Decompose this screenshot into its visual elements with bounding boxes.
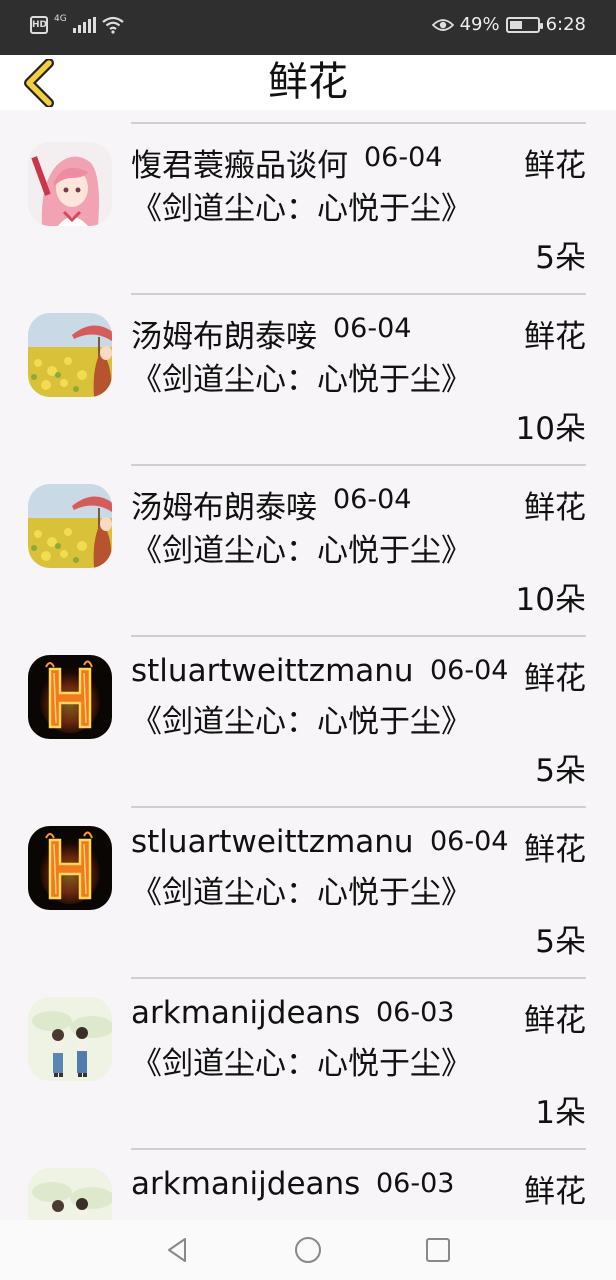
clock: 6:28 bbox=[545, 14, 586, 35]
gift-date: 06-04 bbox=[430, 826, 509, 857]
network-type: 4G bbox=[54, 14, 67, 24]
gift-record-item[interactable]: 愎君蓑瘢品谈何 06-04 鲜花《剑道尘心：心悦于尘》 5朵 bbox=[0, 124, 616, 295]
gift-type: 鲜花 bbox=[524, 661, 586, 697]
gift-count: 10朵 bbox=[515, 411, 586, 447]
avatar[interactable] bbox=[28, 1168, 112, 1220]
book-title: 《剑道尘心：心悦于尘》 bbox=[131, 875, 472, 911]
top-bar: 鲜花 bbox=[0, 55, 616, 110]
book-title: 《剑道尘心：心悦于尘》 bbox=[131, 362, 472, 398]
avatar[interactable] bbox=[28, 142, 112, 226]
gift-record-content: arkmanijdeans 06-03 鲜花《剑道尘心：心悦于尘》 1朵 bbox=[131, 979, 586, 1150]
status-bar: HD 4G 49% 6:28 bbox=[0, 0, 616, 55]
triangle-back-icon[interactable] bbox=[163, 1235, 193, 1265]
book-title: 《剑道尘心：心悦于尘》 bbox=[131, 1046, 472, 1082]
gift-record-content: 汤姆布朗泰唼 06-04 鲜花《剑道尘心：心悦于尘》 10朵 bbox=[131, 466, 586, 637]
gift-record-content: stluartweittzmanu 06-04 鲜花《剑道尘心：心悦于尘》 5朵 bbox=[131, 637, 586, 808]
gift-count: 1朵 bbox=[535, 1095, 586, 1131]
square-recents-icon[interactable] bbox=[423, 1235, 453, 1265]
page-title: 鲜花 bbox=[268, 59, 348, 105]
chevron-left-icon bbox=[24, 58, 54, 107]
gift-type: 鲜花 bbox=[524, 832, 586, 868]
battery-percent: 49% bbox=[459, 14, 500, 35]
battery-fill bbox=[509, 20, 523, 29]
gift-count: 5朵 bbox=[535, 753, 586, 789]
gift-count: 5朵 bbox=[535, 240, 586, 276]
signal-icon bbox=[72, 17, 96, 33]
back-button[interactable] bbox=[14, 55, 64, 110]
eye-comfort-icon bbox=[431, 18, 454, 31]
list-divider bbox=[131, 110, 586, 124]
sender-name: arkmanijdeans bbox=[131, 1166, 361, 1202]
navigation-bar bbox=[0, 1220, 616, 1280]
sender-name: 愎君蓑瘢品谈何 bbox=[131, 148, 348, 184]
gift-date: 06-04 bbox=[430, 655, 509, 686]
gift-count: 5朵 bbox=[535, 924, 586, 960]
avatar[interactable] bbox=[28, 826, 112, 910]
gift-date: 06-04 bbox=[333, 484, 412, 515]
status-left: HD 4G bbox=[30, 14, 124, 34]
book-title: 《剑道尘心：心悦于尘》 bbox=[131, 533, 472, 569]
avatar[interactable] bbox=[28, 313, 112, 397]
gift-date: 06-03 bbox=[376, 997, 455, 1028]
gift-date: 06-03 bbox=[376, 1168, 455, 1199]
sender-name: stluartweittzmanu bbox=[131, 653, 414, 689]
gift-record-content: 愎君蓑瘢品谈何 06-04 鲜花《剑道尘心：心悦于尘》 5朵 bbox=[131, 124, 586, 295]
sender-name: 汤姆布朗泰唼 bbox=[131, 490, 317, 526]
avatar[interactable] bbox=[28, 484, 112, 568]
gift-date: 06-04 bbox=[364, 142, 443, 173]
hd-badge: HD bbox=[30, 16, 48, 34]
sender-name: 汤姆布朗泰唼 bbox=[131, 319, 317, 355]
battery-icon bbox=[505, 16, 543, 33]
status-right: 49% 6:28 bbox=[431, 14, 586, 35]
gift-record-item[interactable]: arkmanijdeans 06-03 鲜花 bbox=[0, 1150, 616, 1220]
gift-record-item[interactable]: stluartweittzmanu 06-04 鲜花《剑道尘心：心悦于尘》 5朵 bbox=[0, 808, 616, 979]
sender-name: stluartweittzmanu bbox=[131, 824, 414, 860]
circle-home-icon[interactable] bbox=[293, 1235, 323, 1265]
avatar[interactable] bbox=[28, 655, 112, 739]
gift-record-item[interactable]: arkmanijdeans 06-03 鲜花《剑道尘心：心悦于尘》 1朵 bbox=[0, 979, 616, 1150]
gift-record-item[interactable]: 汤姆布朗泰唼 06-04 鲜花《剑道尘心：心悦于尘》 10朵 bbox=[0, 466, 616, 637]
gift-type: 鲜花 bbox=[524, 1003, 586, 1039]
gift-record-content: 汤姆布朗泰唼 06-04 鲜花《剑道尘心：心悦于尘》 10朵 bbox=[131, 295, 586, 466]
gift-type: 鲜花 bbox=[524, 319, 586, 355]
avatar[interactable] bbox=[28, 997, 112, 1081]
gift-record-list[interactable]: 愎君蓑瘢品谈何 06-04 鲜花 《剑道尘心：心悦于尘》 5朵 汤姆布朗泰唼 06-04 鲜花… bbox=[0, 110, 616, 1220]
sender-name: arkmanijdeans bbox=[131, 995, 361, 1031]
gift-count: 10朵 bbox=[515, 582, 586, 618]
gift-record-item[interactable]: 汤姆布朗泰唼 06-04 鲜花《剑道尘心：心悦于尘》 10朵 bbox=[0, 295, 616, 466]
gift-record-item[interactable]: stluartweittzmanu 06-04 鲜花《剑道尘心：心悦于尘》 5朵 bbox=[0, 637, 616, 808]
book-title: 《剑道尘心：心悦于尘》 bbox=[131, 191, 472, 227]
gift-record-content: stluartweittzmanu 06-04 鲜花《剑道尘心：心悦于尘》 5朵 bbox=[131, 808, 586, 979]
gift-record-list-inner: 愎君蓑瘢品谈何 06-04 鲜花 《剑道尘心：心悦于尘》 5朵 汤姆布朗泰唼 06-04 鲜花… bbox=[0, 110, 616, 1220]
book-title: 《剑道尘心：心悦于尘》 bbox=[131, 704, 472, 740]
wifi-icon bbox=[102, 16, 124, 34]
gift-type: 鲜花 bbox=[524, 490, 586, 526]
gift-type: 鲜花 bbox=[524, 1174, 586, 1210]
gift-record-content: arkmanijdeans 06-03 鲜花 bbox=[131, 1150, 586, 1220]
gift-type: 鲜花 bbox=[524, 148, 586, 184]
gift-date: 06-04 bbox=[333, 313, 412, 344]
